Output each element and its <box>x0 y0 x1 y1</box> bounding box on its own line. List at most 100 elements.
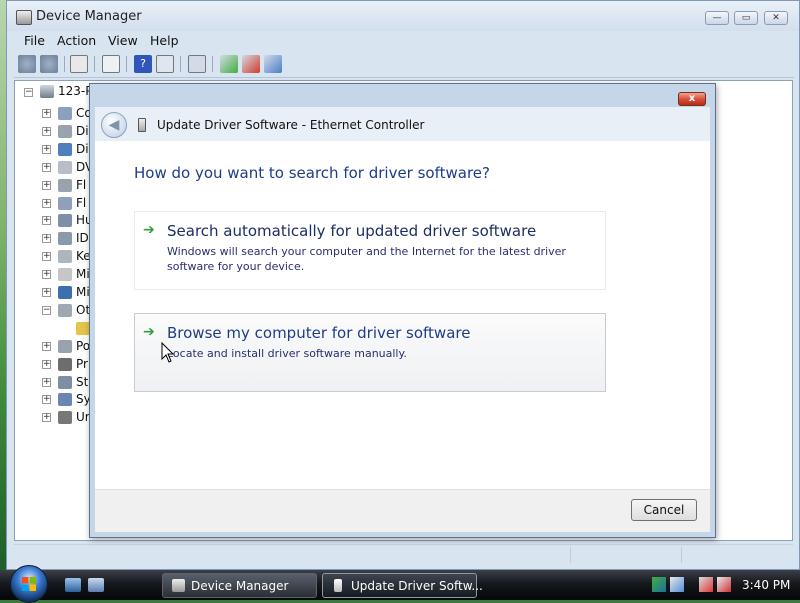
cancel-button[interactable]: Cancel <box>631 499 697 521</box>
maximize-button[interactable]: ▭ <box>734 11 758 25</box>
expand-icon[interactable]: + <box>42 359 51 369</box>
toolbar: ? <box>14 53 794 78</box>
tree-root-collapse[interactable]: − <box>24 88 33 97</box>
device-category-label: Fl <box>76 195 87 210</box>
disk-drive-icon <box>58 124 72 138</box>
device-category-label: St <box>76 374 89 389</box>
device-manager-icon <box>172 579 185 592</box>
dialog-content: How do you want to search for driver sof… <box>95 141 710 489</box>
expand-icon[interactable]: + <box>42 234 51 244</box>
menu-action[interactable]: Action <box>57 33 96 48</box>
properties-icon[interactable] <box>70 55 88 73</box>
expand-icon[interactable]: + <box>42 341 51 351</box>
refresh-icon[interactable] <box>102 55 120 73</box>
taskbar-device-manager[interactable]: Device Manager <box>162 573 317 598</box>
dialog-heading: How do you want to search for driver sof… <box>134 164 490 182</box>
dialog-footer: Cancel <box>95 489 710 532</box>
details-icon[interactable] <box>156 55 174 73</box>
show-desktop-icon[interactable] <box>65 578 81 592</box>
ide-controller-icon <box>58 232 72 246</box>
search-automatically-option[interactable]: ➔ Search automatically for updated drive… <box>134 211 606 290</box>
green-arrow-icon: ➔ <box>143 324 155 340</box>
expand-icon[interactable]: + <box>42 395 51 405</box>
menu-file[interactable]: File <box>24 33 45 48</box>
update-driver-dialog: x ◀ Update Driver Software - Ethernet Co… <box>89 83 716 538</box>
collapse-icon[interactable]: − <box>42 305 51 315</box>
usb-icon <box>58 411 72 425</box>
security-tray-icon[interactable] <box>670 577 684 592</box>
mouse-icon <box>58 268 72 282</box>
device-manager-icon <box>16 10 32 25</box>
expand-icon[interactable]: + <box>42 216 51 226</box>
floppy-controller-icon <box>58 178 72 192</box>
menu-view[interactable]: View <box>108 33 138 48</box>
network-tray-icon[interactable] <box>652 577 666 592</box>
menu-help[interactable]: Help <box>150 33 179 48</box>
minimize-button[interactable]: — <box>705 11 729 25</box>
computer-icon <box>40 85 54 98</box>
switch-windows-icon[interactable] <box>88 578 104 592</box>
device-icon <box>334 579 342 592</box>
device-category-label: Mi <box>76 267 90 282</box>
keyboard-icon <box>58 250 72 264</box>
scan-hardware-icon[interactable] <box>188 55 206 73</box>
mouse-cursor-icon <box>161 342 175 363</box>
storage-icon <box>58 375 72 389</box>
window-title: Device Manager <box>36 9 142 24</box>
dialog-title: Update Driver Software - Ethernet Contro… <box>157 118 425 132</box>
dvd-drive-icon <box>58 160 72 174</box>
option-description: Locate and install driver software manua… <box>167 347 407 360</box>
close-button[interactable]: ✕ <box>764 11 788 25</box>
device-category-label: Fl <box>76 177 87 192</box>
option-description: Windows will search your computer and th… <box>167 245 566 273</box>
expand-icon[interactable]: + <box>42 413 51 423</box>
ports-icon <box>58 339 72 353</box>
taskbar-button-label: Update Driver Softw... <box>351 579 483 593</box>
uninstall-icon[interactable] <box>264 55 282 73</box>
expand-icon[interactable]: + <box>42 109 51 118</box>
device-icon <box>138 118 146 132</box>
floppy-drive-icon <box>58 196 72 210</box>
expand-icon[interactable]: + <box>42 162 51 172</box>
expand-icon[interactable]: + <box>42 270 51 280</box>
device-category-label: Pr <box>76 356 88 371</box>
other-devices-icon <box>58 303 72 317</box>
tree-root-label[interactable]: 123-P <box>58 84 92 98</box>
device-category-label: ID <box>76 231 89 246</box>
start-button[interactable] <box>10 565 48 603</box>
expand-icon[interactable]: + <box>42 180 51 190</box>
expand-icon[interactable]: + <box>42 198 51 208</box>
monitor-icon <box>58 286 72 299</box>
update-driver-icon[interactable] <box>220 55 238 73</box>
expand-icon[interactable]: + <box>42 288 51 297</box>
back-icon[interactable] <box>18 55 36 73</box>
volume-muted-icon[interactable] <box>717 577 731 592</box>
display-adapter-icon <box>58 142 72 156</box>
dialog-close-button[interactable]: x <box>678 92 706 106</box>
taskbar-update-driver[interactable]: Update Driver Softw... <box>322 573 483 598</box>
forward-icon[interactable] <box>40 55 58 73</box>
windows-logo-icon <box>22 577 36 591</box>
taskbar-clock[interactable]: 3:40 PM <box>742 578 790 592</box>
expand-icon[interactable]: + <box>42 377 51 387</box>
taskbar: Device Manager Update Driver Softw... 3:… <box>0 565 800 603</box>
hid-icon <box>58 214 72 228</box>
menu-bar: File Action View Help <box>14 31 799 51</box>
processor-icon <box>58 357 72 371</box>
disable-icon[interactable] <box>242 55 260 73</box>
expand-icon[interactable]: + <box>42 126 51 136</box>
warning-icon <box>76 321 90 335</box>
taskbar-button-label: Device Manager <box>191 579 289 593</box>
title-bar[interactable]: Device Manager — ▭ ✕ <box>7 1 799 31</box>
back-arrow-icon[interactable]: ◀ <box>101 112 127 138</box>
option-title: Browse my computer for driver software <box>167 324 471 342</box>
help-icon[interactable]: ? <box>134 55 152 73</box>
network-disconnected-icon[interactable] <box>699 577 713 592</box>
system-devices-icon <box>58 393 72 407</box>
expand-icon[interactable]: + <box>42 144 51 154</box>
device-category-label: Mi <box>76 285 90 299</box>
device-category-label: Ur <box>76 410 90 425</box>
option-title: Search automatically for updated driver … <box>167 222 537 240</box>
browse-computer-option[interactable]: ➔ Browse my computer for driver software… <box>134 313 606 392</box>
expand-icon[interactable]: + <box>42 252 51 262</box>
